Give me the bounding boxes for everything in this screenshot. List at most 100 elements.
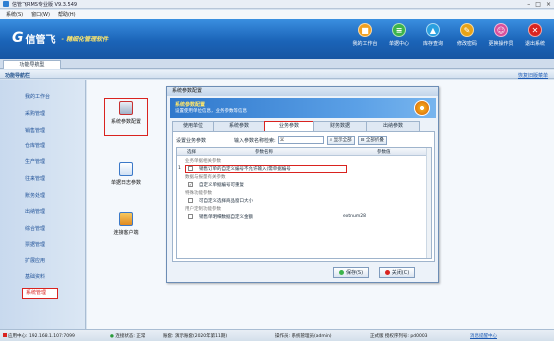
tab-organization[interactable]: 使用单位 [172, 121, 214, 131]
toolbar-exit-button[interactable]: ✕ 退出系统 [518, 23, 552, 47]
param-name: 自定义单据编号可重复 [199, 183, 244, 188]
minimize-icon[interactable]: – [527, 1, 530, 8]
restore-menu-link[interactable]: 恢复旧版菜单 [518, 72, 548, 79]
collapse-icon: ⊟ [360, 137, 365, 143]
tab-cashier-params[interactable]: 出纳参数 [366, 121, 420, 131]
save-button[interactable]: 保存(S) [333, 267, 369, 278]
server-icon [3, 333, 7, 337]
brand: G 信管飞 - 精细化管理软件 [12, 30, 108, 46]
group-row[interactable]: 用户定制功能参数 [177, 205, 427, 213]
tab-finance-data[interactable]: 财务数据 [313, 121, 367, 131]
group-name: 特殊功能参数 [185, 191, 212, 196]
sidebar-item-workbench[interactable]: 我的工作台 [25, 93, 50, 100]
workbench-icon: ■ [358, 23, 372, 37]
save-label: 保存(S) [345, 270, 364, 276]
tab-system-params[interactable]: 系统参数 [213, 121, 265, 131]
search-input[interactable] [277, 136, 324, 144]
show-all-button[interactable]: ⌕ 显示全部 [326, 135, 355, 145]
sidebar-item-finance[interactable]: 账务处理 [25, 192, 45, 199]
dialog-header-title: 系统参数配置 [175, 102, 206, 108]
dialog-header-subtitle: 设置使用单位信息，业务参数等信息 [175, 109, 247, 114]
documents-icon: ≡ [392, 23, 406, 37]
dialog-tabs: 使用单位 系统参数 业务参数 财务数据 出纳参数 [172, 121, 420, 131]
group-row[interactable]: 业务单据相关参数 [177, 157, 427, 165]
menu-system[interactable]: 系统(S) [6, 11, 23, 18]
checkbox[interactable] [188, 166, 193, 171]
feature-system-params[interactable]: 系统参数配置 [104, 98, 148, 136]
title-bar: 信管飞RMS专业版 V9.3.549 – □ × [0, 0, 554, 9]
table-row[interactable]: 销售单明细数据自定义金额 extnum28 [177, 213, 427, 221]
brand-slogan: - 精细化管理软件 [61, 35, 109, 43]
menu-window[interactable]: 窗口(W) [31, 11, 50, 18]
toolbar-label: 我的工作台 [352, 41, 378, 47]
column-header-name: 参数名称 [255, 150, 273, 155]
sidebar-item-basic-data[interactable]: 基础资料 [25, 273, 45, 280]
close-label: 关闭(C) [391, 270, 410, 276]
param-name: 销售单明细数据自定义金额 [199, 215, 253, 220]
toolbar-label: 单据中心 [388, 41, 409, 47]
tab-function-nav[interactable]: 功能导航型 [3, 60, 61, 69]
close-icon [384, 270, 390, 275]
close-window-icon[interactable]: × [546, 1, 551, 8]
nav-title: 功能导航栏 [5, 73, 31, 79]
sidebar-item-system[interactable]: 系统管理 [22, 288, 58, 299]
menu-bar: 系统(S) 窗口(W) 帮助(H) [0, 10, 554, 19]
toolbar-switch-operator-button[interactable]: ☺ 更换操作员 [484, 23, 518, 47]
close-button[interactable]: 关闭(C) [379, 267, 415, 278]
network-icon [119, 212, 133, 226]
stock-icon: ▲ [426, 23, 440, 37]
tab-business-params[interactable]: 业务参数 [264, 121, 314, 131]
ok-icon: ● [110, 334, 114, 339]
nav-header: 功能导航栏 恢复旧版菜单 [0, 70, 554, 79]
toolbar-documents-button[interactable]: ≡ 单据中心 [382, 23, 416, 47]
checkbox[interactable] [188, 214, 193, 219]
row-number: 1 [178, 166, 181, 171]
toolbar-label: 修改密码 [456, 41, 477, 47]
table-row[interactable]: 可自定义选择商品窗口大小 [177, 197, 427, 205]
table-row[interactable]: 1 销售订单的自定义编号不允许输入(需单据编号 [177, 165, 427, 173]
collapse-all-button[interactable]: ⊟ 全部折叠 [357, 135, 387, 145]
feature-doc-log-params[interactable]: 单据日志参数 [104, 160, 148, 186]
sidebar-item-production[interactable]: 生产管理 [25, 158, 45, 165]
toolbar-change-password-button[interactable]: ✎ 修改密码 [450, 23, 484, 47]
show-all-label: 显示全部 [333, 137, 352, 143]
brand-name: 信管飞 [25, 34, 56, 46]
message-center-link[interactable]: 消息提醒中心 [470, 333, 497, 339]
search-input-label: 输入参数名称检索: [234, 137, 276, 144]
gear-icon [414, 100, 430, 116]
param-value[interactable]: extnum28 [343, 214, 366, 219]
toolbar-label: 更换操作员 [488, 41, 514, 47]
status-account: 账套: 演示账套(2020年第11期) [163, 334, 228, 339]
document-icon [119, 162, 133, 176]
checkbox[interactable] [188, 198, 193, 203]
sidebar-item-sales[interactable]: 销售管理 [25, 127, 45, 134]
table-row[interactable]: ✓ 自定义单据编号可重复 [177, 181, 427, 189]
app-logo-icon [3, 1, 9, 7]
grid-scrollbar[interactable] [426, 148, 431, 258]
sidebar-item-bills[interactable]: 票据管理 [25, 241, 45, 248]
dialog-header: 系统参数配置 设置使用单位信息，业务参数等信息 [170, 98, 436, 118]
toolbar-workbench-button[interactable]: ■ 我的工作台 [348, 23, 382, 47]
sidebar-item-purchase[interactable]: 采购管理 [25, 110, 45, 117]
grid-header: 选择 参数名称 参数值 [177, 148, 431, 156]
sidebar-item-warehouse[interactable]: 仓库管理 [25, 142, 45, 149]
sidebar-item-cashier[interactable]: 出纳管理 [25, 208, 45, 215]
sidebar-item-accounts[interactable]: 往来管理 [25, 175, 45, 182]
toolbar-label: 库存查询 [422, 41, 443, 47]
banner: G 信管飞 - 精细化管理软件 ■ 我的工作台 ≡ 单据中心 ▲ 库存查询 ✎ … [0, 19, 554, 59]
group-row[interactable]: 特殊功能参数 [177, 189, 427, 197]
toolbar-stock-query-button[interactable]: ▲ 库存查询 [416, 23, 450, 47]
maximize-icon[interactable]: □ [535, 1, 541, 8]
exit-icon: ✕ [528, 23, 542, 37]
sidebar-item-extensions[interactable]: 扩展应用 [25, 257, 45, 264]
user-icon: ☺ [494, 23, 508, 37]
params-grid: 选择 参数名称 参数值 业务单据相关参数 1 销售订单的自定义编号不允许输入(需… [176, 147, 432, 259]
checkbox-checked[interactable]: ✓ [188, 182, 193, 187]
group-row[interactable]: 数据与报量有关参数 [177, 173, 427, 181]
menu-help[interactable]: 帮助(H) [58, 11, 76, 18]
feature-connect-client[interactable]: 连接客户端 [104, 210, 148, 236]
brand-logo-icon: G [12, 30, 24, 46]
sidebar-item-general[interactable]: 综合管理 [25, 225, 45, 232]
sidebar: 我的工作台 采购管理 销售管理 仓库管理 生产管理 往来管理 账务处理 出纳管理… [0, 80, 86, 329]
status-license: 正式版 授权序列号: pd0003 [370, 334, 428, 339]
